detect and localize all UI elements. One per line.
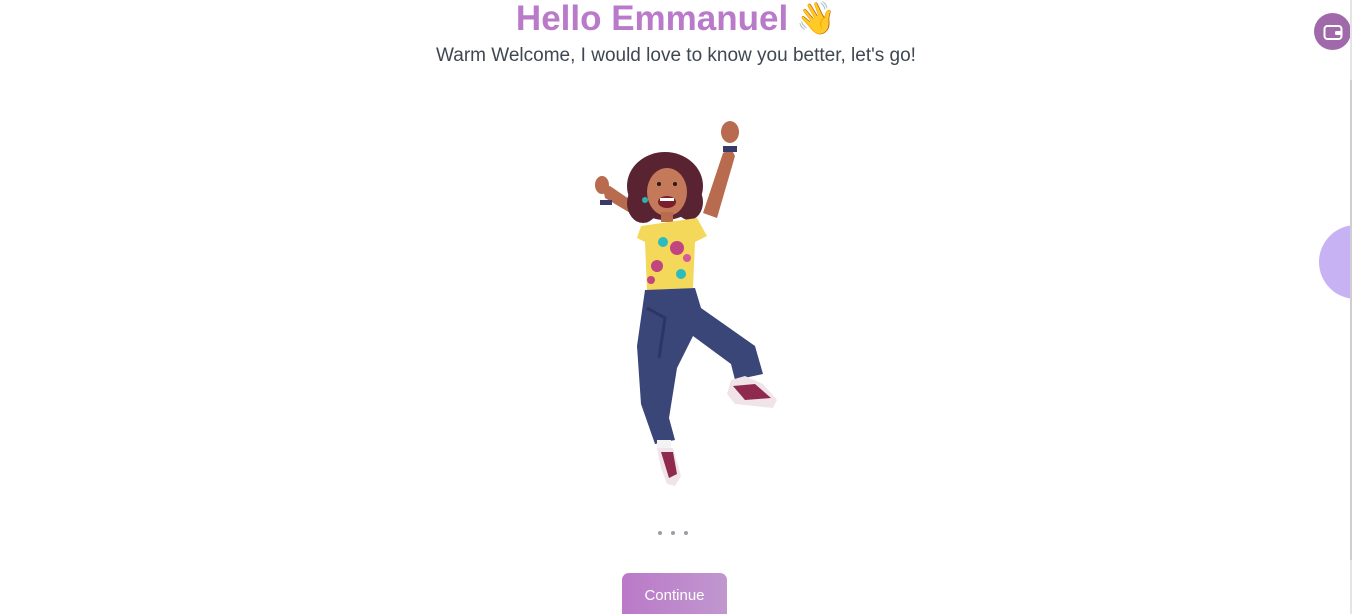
page-title: Hello Emmanuel 👋 [0, 0, 1352, 39]
side-panel-toggle[interactable] [1319, 225, 1352, 299]
onboarding-page: Hello Emmanuel 👋 Warm Welcome, I would lo… [0, 0, 1352, 614]
greeting-text: Hello Emmanuel [515, 0, 789, 38]
dot [658, 531, 662, 535]
wallet-button[interactable] [1314, 13, 1351, 50]
loading-dots-icon [658, 531, 692, 539]
waving-hand-icon: 👋 [796, 0, 837, 36]
welcome-subtitle: Warm Welcome, I would love to know you b… [436, 45, 916, 66]
jumping-woman-illustration [595, 121, 777, 486]
dot [671, 531, 675, 535]
wallet-icon [1323, 24, 1342, 40]
continue-button[interactable]: Continue [622, 573, 727, 614]
dot [684, 531, 688, 535]
